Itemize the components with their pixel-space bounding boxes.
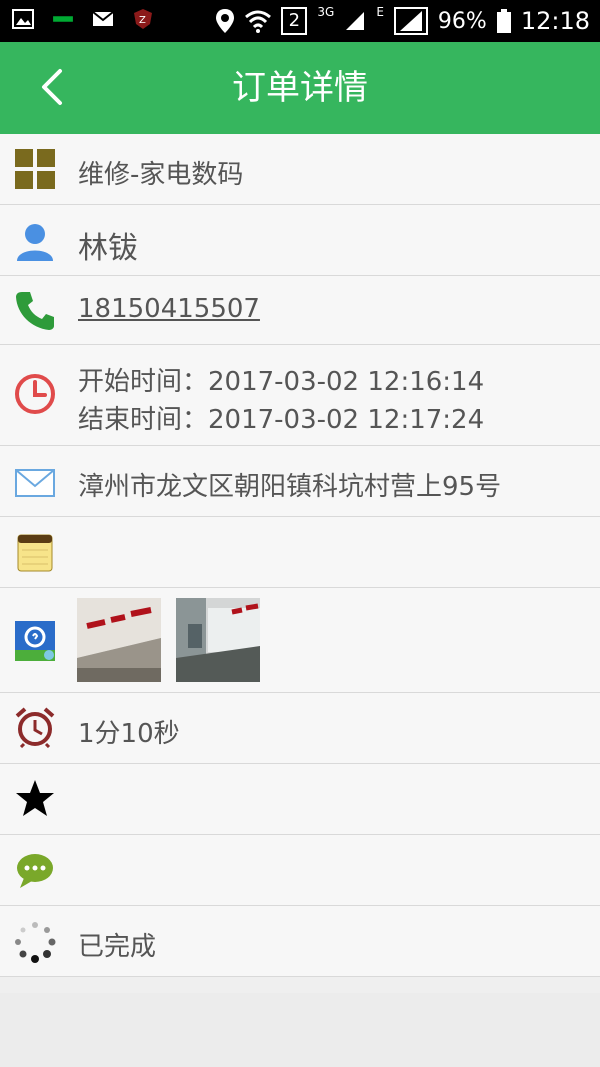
alarm-clock-icon bbox=[15, 707, 55, 748]
start-time: 开始时间：2017-03-02 12:16:14 bbox=[78, 367, 485, 397]
signal-icon bbox=[346, 12, 365, 30]
category-row: 维修-家电数码 bbox=[0, 134, 600, 205]
mail-icon bbox=[92, 11, 114, 26]
photo-thumbnail-1[interactable] bbox=[77, 598, 161, 682]
photos-row bbox=[0, 588, 600, 693]
category-text: 维修-家电数码 bbox=[78, 160, 244, 190]
time-row: 开始时间：2017-03-02 12:16:14 结束时间：2017-03-02… bbox=[0, 345, 600, 446]
end-time: 结束时间：2017-03-02 12:17:24 bbox=[78, 405, 485, 435]
person-icon bbox=[17, 224, 53, 261]
battery-icon bbox=[496, 9, 511, 33]
category-grid-icon bbox=[15, 149, 55, 189]
app-notification-icon bbox=[53, 16, 73, 22]
photo-thumbnail-2-image bbox=[176, 598, 260, 682]
star-icon bbox=[16, 780, 54, 816]
address-text: 漳州市龙文区朝阳镇科坑村营上95号 bbox=[78, 472, 502, 502]
security-shield-icon: Z bbox=[134, 9, 152, 29]
order-detail-list: 维修-家电数码 林钹 18150415507 开始时间：2017-03-02 1… bbox=[0, 134, 600, 977]
phone-number-link[interactable]: 18150415507 bbox=[78, 294, 260, 324]
status-bar: Z 2 3G E 96% 12:18 bbox=[0, 0, 600, 42]
chat-bubble-icon bbox=[17, 854, 53, 888]
network-e-label: E bbox=[376, 5, 384, 19]
loading-spinner-icon bbox=[15, 922, 56, 963]
location-icon bbox=[216, 9, 235, 33]
page-title: 订单详情 bbox=[232, 68, 368, 108]
envelope-icon bbox=[15, 469, 55, 497]
duration-row: 1分10秒 bbox=[0, 693, 600, 764]
notepad-icon bbox=[17, 534, 53, 572]
name-row: 林钹 bbox=[0, 205, 600, 276]
rating-row bbox=[0, 764, 600, 835]
network-3g-label: 3G bbox=[317, 5, 335, 19]
status-left-icons: Z bbox=[12, 8, 154, 30]
phone-row: 18150415507 bbox=[0, 276, 600, 345]
address-row: 漳州市龙文区朝阳镇科坑村营上95号 bbox=[0, 446, 600, 517]
phone-icon bbox=[16, 292, 54, 330]
photo-thumbnail-2[interactable] bbox=[176, 598, 260, 682]
status-text: 已完成 bbox=[78, 932, 157, 962]
footer-area bbox=[0, 993, 600, 1067]
app-bar: 订单详情 bbox=[0, 42, 600, 134]
status-right: 2 3G E 96% 12:18 bbox=[215, 5, 590, 35]
clock-icon bbox=[15, 374, 55, 414]
status-row: 已完成 bbox=[0, 906, 600, 977]
note-row bbox=[0, 517, 600, 588]
signal-box-icon bbox=[393, 7, 428, 35]
customer-name: 林钹 bbox=[78, 231, 138, 266]
back-arrow-icon[interactable] bbox=[34, 67, 74, 107]
svg-text:Z: Z bbox=[139, 15, 146, 26]
photo-thumbnail-1-image bbox=[77, 598, 161, 682]
comment-row bbox=[0, 835, 600, 906]
gallery-icon bbox=[12, 9, 34, 29]
sim-slot-badge: 2 bbox=[281, 7, 308, 35]
clock-time: 12:18 bbox=[520, 7, 590, 35]
duration-text: 1分10秒 bbox=[78, 719, 180, 749]
photo-gallery-icon bbox=[15, 621, 55, 661]
wifi-icon bbox=[245, 10, 272, 33]
battery-percent: 96% bbox=[437, 8, 487, 34]
